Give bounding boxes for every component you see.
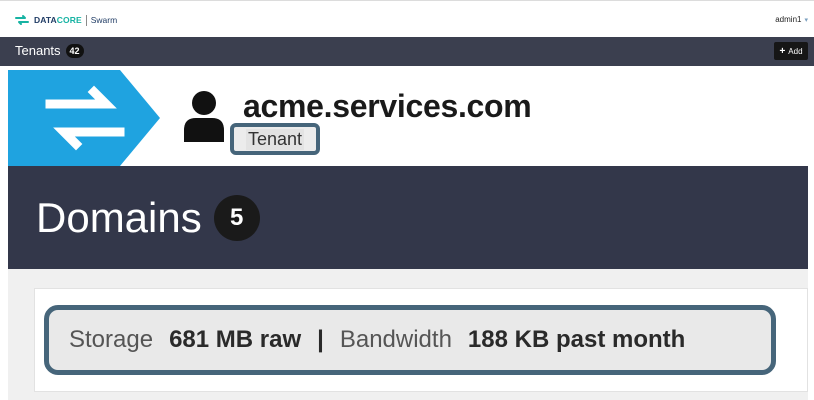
person-icon (184, 91, 224, 142)
product-name: Swarm (90, 15, 118, 25)
domains-title: Domains 5 (36, 194, 260, 242)
bandwidth-value: 188 KB past month (467, 326, 686, 353)
bandwidth-label: Bandwidth (339, 326, 452, 353)
datacore-logo-icon (15, 15, 29, 25)
chevron-down-icon: ▾ (804, 17, 808, 24)
plus-icon: + (779, 45, 786, 57)
page-title: Tenants 42 (15, 43, 84, 58)
tenants-title-text: Tenants (15, 43, 61, 58)
domains-header: Domains 5 (8, 166, 808, 269)
storage-value: 681 MB raw (169, 326, 302, 353)
username: admin1 (775, 15, 802, 24)
add-button-label: Add (788, 46, 803, 56)
logo-divider (85, 14, 87, 26)
usage-stats-card: Storage 681 MB raw | Bandwidth 188 KB pa… (34, 288, 808, 392)
tenants-count-badge: 42 (65, 43, 84, 58)
usage-summary: Storage 681 MB raw | Bandwidth 188 KB pa… (44, 305, 776, 375)
domains-count-badge: 5 (213, 195, 260, 241)
stats-separator: | (317, 326, 324, 353)
tenant-header: acme.services.com Tenant (8, 70, 808, 166)
tenants-toolbar: Tenants 42 + Add (0, 37, 814, 66)
domains-title-text: Domains (36, 194, 202, 241)
user-menu[interactable]: admin1 ▾ (775, 15, 808, 24)
add-tenant-button[interactable]: + Add (774, 42, 808, 60)
tenant-type-badge: Tenant (230, 123, 320, 155)
brand-name: DATACORE (34, 15, 82, 25)
tenant-type-label: Tenant (245, 128, 305, 150)
tenant-name: acme.services.com (243, 88, 532, 124)
storage-label: Storage (69, 326, 154, 353)
app-header: DATACORE Swarm admin1 ▾ (0, 0, 814, 37)
stats-area: Storage 681 MB raw | Bandwidth 188 KB pa… (8, 269, 808, 400)
datacore-swarm-logo[interactable]: DATACORE Swarm (14, 12, 117, 28)
datacore-chevron-icon (8, 70, 160, 166)
